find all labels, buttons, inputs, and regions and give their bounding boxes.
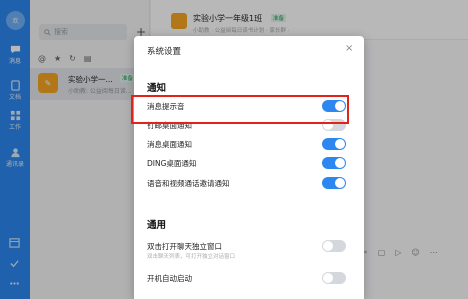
setting-label: DING桌面通知 bbox=[147, 159, 197, 168]
message-desktop-toggle[interactable] bbox=[322, 138, 346, 150]
close-icon[interactable]: × bbox=[345, 43, 353, 55]
call-invite-toggle[interactable] bbox=[322, 177, 346, 189]
setting-label: 双击打开聊天独立窗口 bbox=[147, 242, 222, 251]
setting-label: 语音和视频通话邀请通知 bbox=[147, 179, 230, 188]
auto-start-toggle[interactable] bbox=[322, 272, 346, 284]
setting-label: 消息桌面通知 bbox=[147, 140, 192, 149]
section-title-general: 通用 bbox=[147, 220, 167, 231]
section-title-notifications: 通知 bbox=[147, 83, 167, 94]
setting-row-auto-start: 开机自动启动 bbox=[147, 270, 351, 286]
settings-dialog: 系统设置 × 通知 消息提示音 钉邮桌面通知 消息桌面通知 DING桌面通知 语… bbox=[134, 36, 364, 299]
setting-hint: 双击聊天列表，可打开独立对话窗口 bbox=[147, 254, 236, 260]
ding-desktop-toggle[interactable] bbox=[322, 157, 346, 169]
setting-row-message-desktop: 消息桌面通知 bbox=[147, 136, 351, 152]
setting-label: 开机自动启动 bbox=[147, 274, 192, 283]
double-click-window-toggle[interactable] bbox=[322, 240, 346, 252]
setting-row-double-click-window: 双击打开聊天独立窗口 双击聊天列表，可打开独立对话窗口 bbox=[147, 238, 351, 260]
setting-row-ding-desktop: DING桌面通知 bbox=[147, 155, 351, 171]
highlight-box bbox=[131, 95, 349, 124]
setting-row-call-invite: 语音和视频通话邀请通知 bbox=[147, 175, 351, 191]
dialog-title: 系统设置 bbox=[147, 47, 182, 57]
